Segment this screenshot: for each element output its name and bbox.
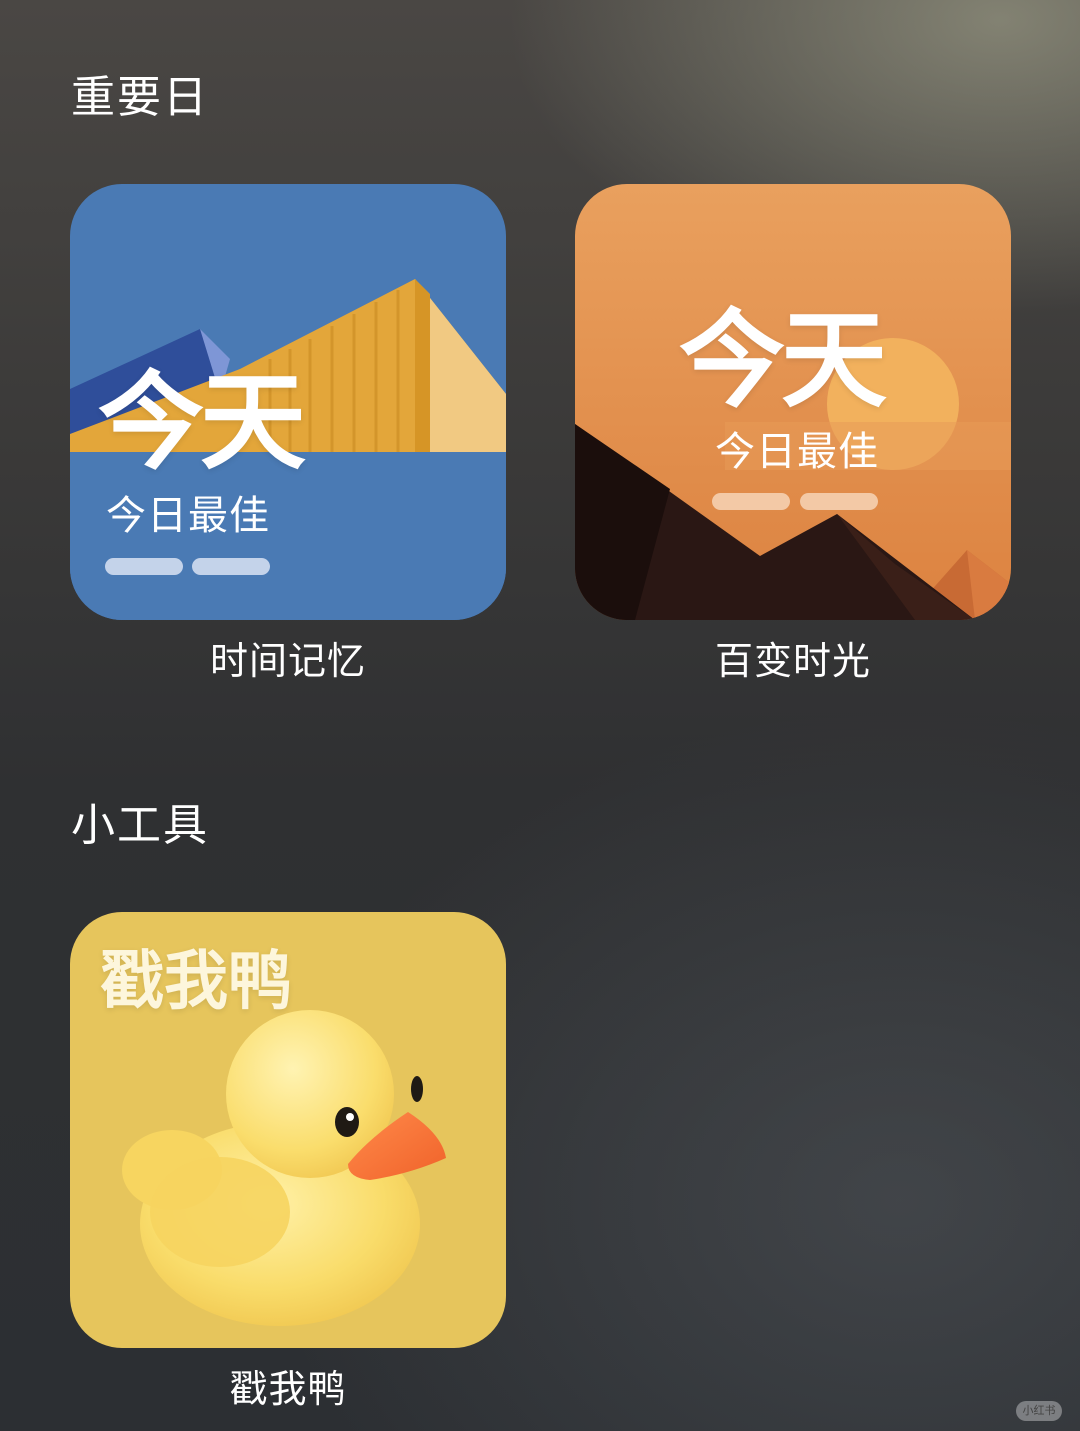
time-memory-subtitle: 今日最佳 <box>106 493 270 539</box>
poke-duck-caption: 戳我鸭 <box>229 1367 347 1411</box>
section-title-tools: 小工具 <box>71 800 209 851</box>
widget-time-memory[interactable]: 今天 今日最佳 <box>70 184 506 620</box>
rubber-duck-icon <box>122 1010 446 1326</box>
time-memory-headline: 今天 <box>98 361 306 484</box>
changing-time-placeholder-pill-2 <box>800 493 878 510</box>
time-memory-placeholder-pill-2 <box>192 558 270 575</box>
changing-time-subtitle: 今日最佳 <box>715 429 879 475</box>
time-memory-caption: 时间记忆 <box>209 639 366 683</box>
widget-poke-duck[interactable]: 戳我鸭 <box>70 912 506 1348</box>
changing-time-placeholder-pill-1 <box>712 493 790 510</box>
section-title-important-days: 重要日 <box>71 72 209 123</box>
changing-time-caption: 百变时光 <box>714 639 871 683</box>
watermark-badge: 小红书 <box>1016 1401 1062 1421</box>
widget-changing-time[interactable]: 今天 今日最佳 <box>575 184 1011 620</box>
time-memory-placeholder-pill-1 <box>105 558 183 575</box>
changing-time-headline: 今天 <box>679 299 887 422</box>
